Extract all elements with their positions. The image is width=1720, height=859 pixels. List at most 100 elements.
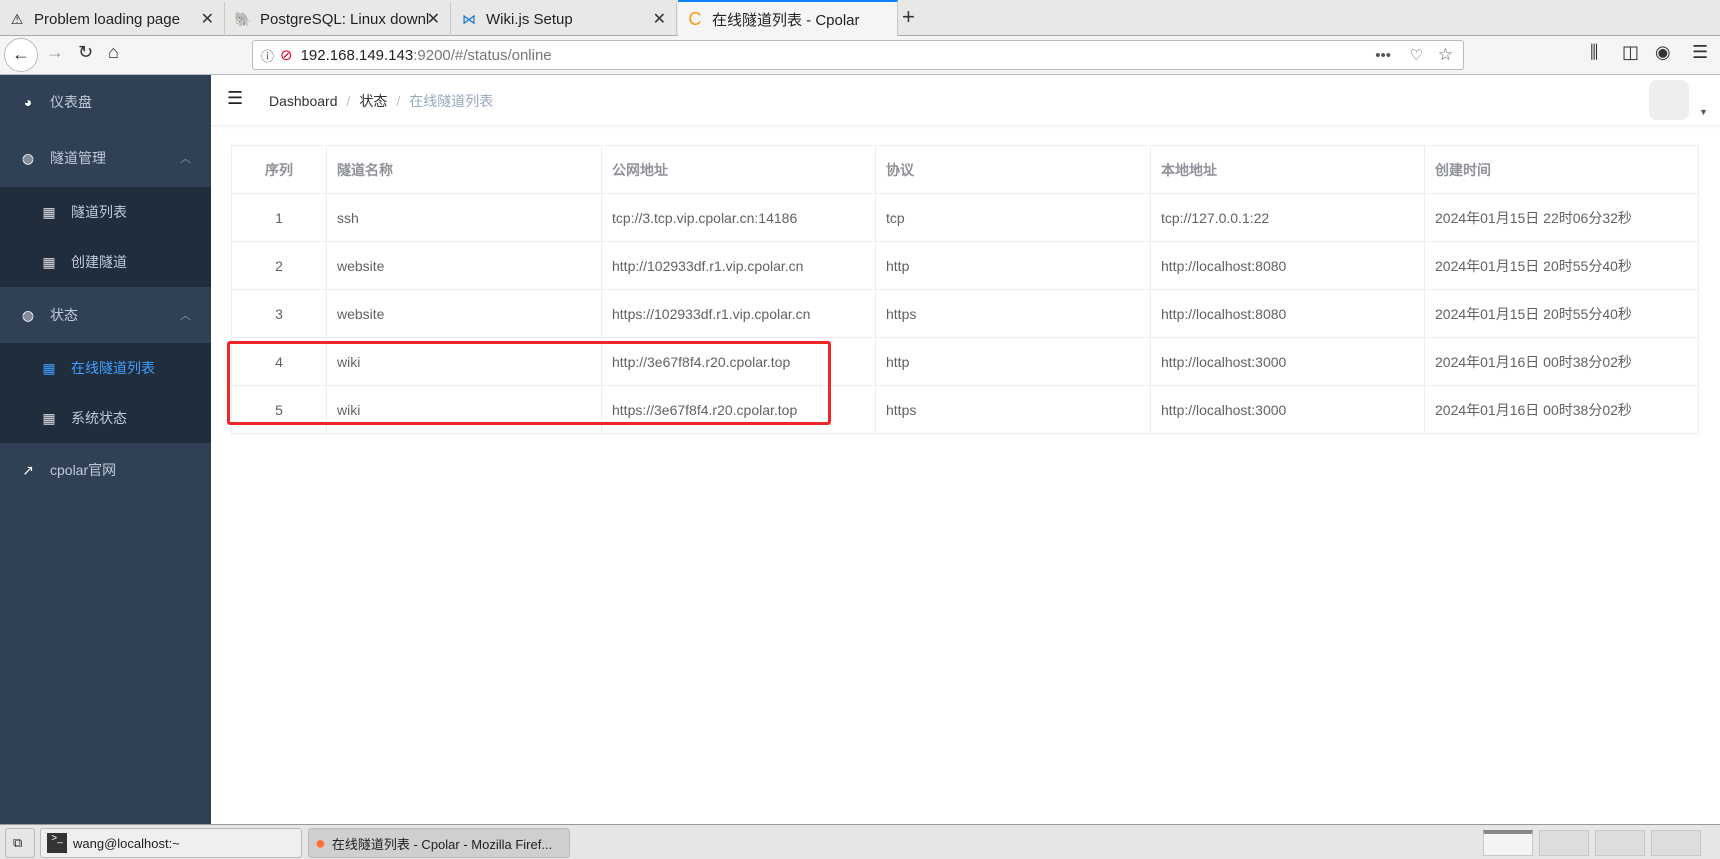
table-cell: http: [875, 337, 1151, 386]
terminal-icon: >_: [47, 833, 67, 853]
workspace-1[interactable]: [1483, 830, 1533, 856]
table-cell: http://localhost:3000: [1150, 337, 1425, 386]
sidebar-item-status[interactable]: ◍ 状态 ︿: [0, 287, 211, 343]
column-header: 创建时间: [1424, 145, 1699, 194]
sidebar: ◕ 仪表盘 ◍ 隧道管理 ︿ ▦ 隧道列表 ▦ 创建隧道 ◍ 状态 ︿ ▦ 在线隧道列表 ▦ 系统…: [0, 75, 211, 824]
highlight-box: [227, 341, 831, 425]
taskbar-firefox[interactable]: ● 在线隧道列表 - Cpolar - Mozilla Firef...: [308, 828, 570, 858]
account-icon[interactable]: ◉: [1655, 42, 1671, 63]
url-path: :9200/#/status/online: [413, 46, 552, 64]
chevron-up-icon: ︿: [180, 310, 191, 322]
column-header: 本地地址: [1150, 145, 1425, 194]
new-tab-button[interactable]: +: [902, 4, 915, 30]
table-cell: https: [875, 289, 1151, 338]
info-icon[interactable]: ⓘ: [261, 46, 274, 65]
table-icon: ▦: [42, 253, 56, 270]
table-row: 3 website https://102933df.r1.vip.cpolar.c…: [231, 289, 1699, 338]
table-cell: 1: [231, 193, 327, 242]
bookmark-star-icon[interactable]: ☆: [1438, 45, 1453, 65]
pocket-icon[interactable]: ♡: [1410, 46, 1423, 64]
avatar[interactable]: [1649, 80, 1689, 120]
collapse-sidebar-icon[interactable]: ☰: [227, 88, 243, 109]
cpolar-icon: C: [688, 9, 702, 29]
table-cell: 2024年01月15日 20时55分40秒: [1424, 289, 1699, 338]
workspace-2[interactable]: [1539, 830, 1589, 856]
table-cell: http: [875, 241, 1151, 290]
close-tab-icon[interactable]: ✕: [653, 9, 666, 29]
url-bar[interactable]: ⓘ ⊘ 192.168.149.143:9200/#/status/online…: [252, 40, 1464, 70]
table-icon: ▦: [42, 359, 56, 376]
table-cell: http://102933df.r1.vip.cpolar.cn: [601, 241, 876, 290]
table-icon: ▦: [42, 409, 56, 426]
breadcrumb: Dashboard / 状态 / 在线隧道列表: [269, 91, 493, 111]
table-cell: 2024年01月15日 20时55分40秒: [1424, 241, 1699, 290]
table-cell: 2024年01月15日 22时06分32秒: [1424, 193, 1699, 242]
sidebar-item-dashboard[interactable]: ◕ 仪表盘: [0, 75, 211, 129]
browser-tab-bar: ⚠ Problem loading page ✕ 🐘 PostgreSQL: Linu…: [0, 0, 1720, 37]
external-link-icon: ↗: [22, 461, 34, 478]
workspace-3[interactable]: [1595, 830, 1645, 856]
table-cell: 2024年01月16日 00时38分02秒: [1424, 337, 1699, 386]
wikijs-icon: ⋈: [462, 10, 476, 27]
tab-problem-loading[interactable]: ⚠ Problem loading page ✕: [0, 2, 225, 36]
dashboard-icon: ◕: [23, 94, 33, 110]
sidebar-item-create-tunnel[interactable]: ▦ 创建隧道: [0, 237, 211, 287]
forward-button[interactable]: →: [46, 42, 64, 63]
lifebuoy-icon: ◍: [21, 306, 35, 323]
table-icon: ▦: [42, 203, 56, 220]
close-tab-icon[interactable]: ✕: [427, 9, 440, 29]
menu-icon[interactable]: ☰: [1692, 42, 1708, 63]
chevron-up-icon: ︿: [180, 153, 191, 165]
sidebar-item-tunnel-list[interactable]: ▦ 隧道列表: [0, 187, 211, 237]
breadcrumb-status[interactable]: 状态: [359, 93, 387, 109]
close-tab-icon[interactable]: ✕: [201, 9, 214, 29]
table-cell: ssh: [326, 193, 602, 242]
more-actions-icon[interactable]: •••: [1375, 47, 1391, 64]
tab-wikijs[interactable]: ⋈ Wiki.js Setup ✕: [452, 2, 677, 36]
library-icon[interactable]: ⫼: [1590, 42, 1598, 63]
breadcrumb-separator: /: [396, 93, 401, 109]
sidebar-item-system-status[interactable]: ▦ 系统状态: [0, 393, 211, 443]
column-header: 隧道名称: [326, 145, 602, 194]
firefox-icon: ●: [315, 832, 326, 853]
show-desktop-button[interactable]: ⧉: [5, 828, 35, 858]
table-cell: http://localhost:8080: [1150, 241, 1425, 290]
table-cell: tcp://3.tcp.vip.cpolar.cn:14186: [601, 193, 876, 242]
breadcrumb-dashboard[interactable]: Dashboard: [269, 93, 338, 109]
table-cell: 3: [231, 289, 327, 338]
insecure-lock-icon: ⊘: [280, 47, 293, 64]
column-header: 序列: [231, 145, 327, 194]
table-cell: 2024年01月16日 00时38分02秒: [1424, 385, 1699, 434]
table-cell: http://localhost:3000: [1150, 385, 1425, 434]
postgres-icon: 🐘: [234, 10, 252, 27]
column-header: 公网地址: [601, 145, 876, 194]
home-button[interactable]: ⌂: [108, 42, 119, 63]
taskbar-terminal[interactable]: >_ wang@localhost:~: [40, 828, 302, 858]
tab-cpolar[interactable]: C 在线隧道列表 - Cpolar: [678, 0, 898, 37]
table-cell: tcp: [875, 193, 1151, 242]
table-cell: website: [326, 241, 602, 290]
table-cell: http://localhost:8080: [1150, 289, 1425, 338]
navigation-toolbar: ← → ↻ ⌂ ⓘ ⊘ 192.168.149.143:9200/#/statu…: [0, 36, 1720, 75]
sidebar-item-online-tunnels[interactable]: ▦ 在线隧道列表: [0, 343, 211, 393]
table-cell: website: [326, 289, 602, 338]
sidebar-toggle-icon[interactable]: ◫: [1622, 42, 1639, 63]
column-header: 协议: [875, 145, 1151, 194]
table-cell: 2: [231, 241, 327, 290]
workspace-4[interactable]: [1651, 830, 1701, 856]
table-cell: tcp://127.0.0.1:22: [1150, 193, 1425, 242]
warning-icon: ⚠: [10, 10, 24, 27]
table-header-row: 序列 隧道名称 公网地址 协议 本地地址 创建时间: [231, 145, 1699, 194]
caret-down-icon[interactable]: ▼: [1699, 107, 1708, 117]
sidebar-item-tunnel-management[interactable]: ◍ 隧道管理 ︿: [0, 129, 211, 187]
lifebuoy-icon: ◍: [21, 149, 35, 166]
taskbar: ⧉ >_ wang@localhost:~ ● 在线隧道列表 - Cpolar - …: [0, 824, 1720, 859]
sidebar-item-cpolar-website[interactable]: ↗ cpolar官网: [0, 443, 211, 497]
tab-postgresql[interactable]: 🐘 PostgreSQL: Linux downlo ✕: [226, 2, 451, 36]
reload-button[interactable]: ↻: [78, 42, 93, 63]
breadcrumb-current: 在线隧道列表: [409, 93, 494, 109]
url-host: 192.168.149.143: [300, 46, 414, 64]
back-button[interactable]: ←: [4, 38, 38, 72]
breadcrumb-separator: /: [346, 93, 351, 109]
table-cell: https: [875, 385, 1151, 434]
